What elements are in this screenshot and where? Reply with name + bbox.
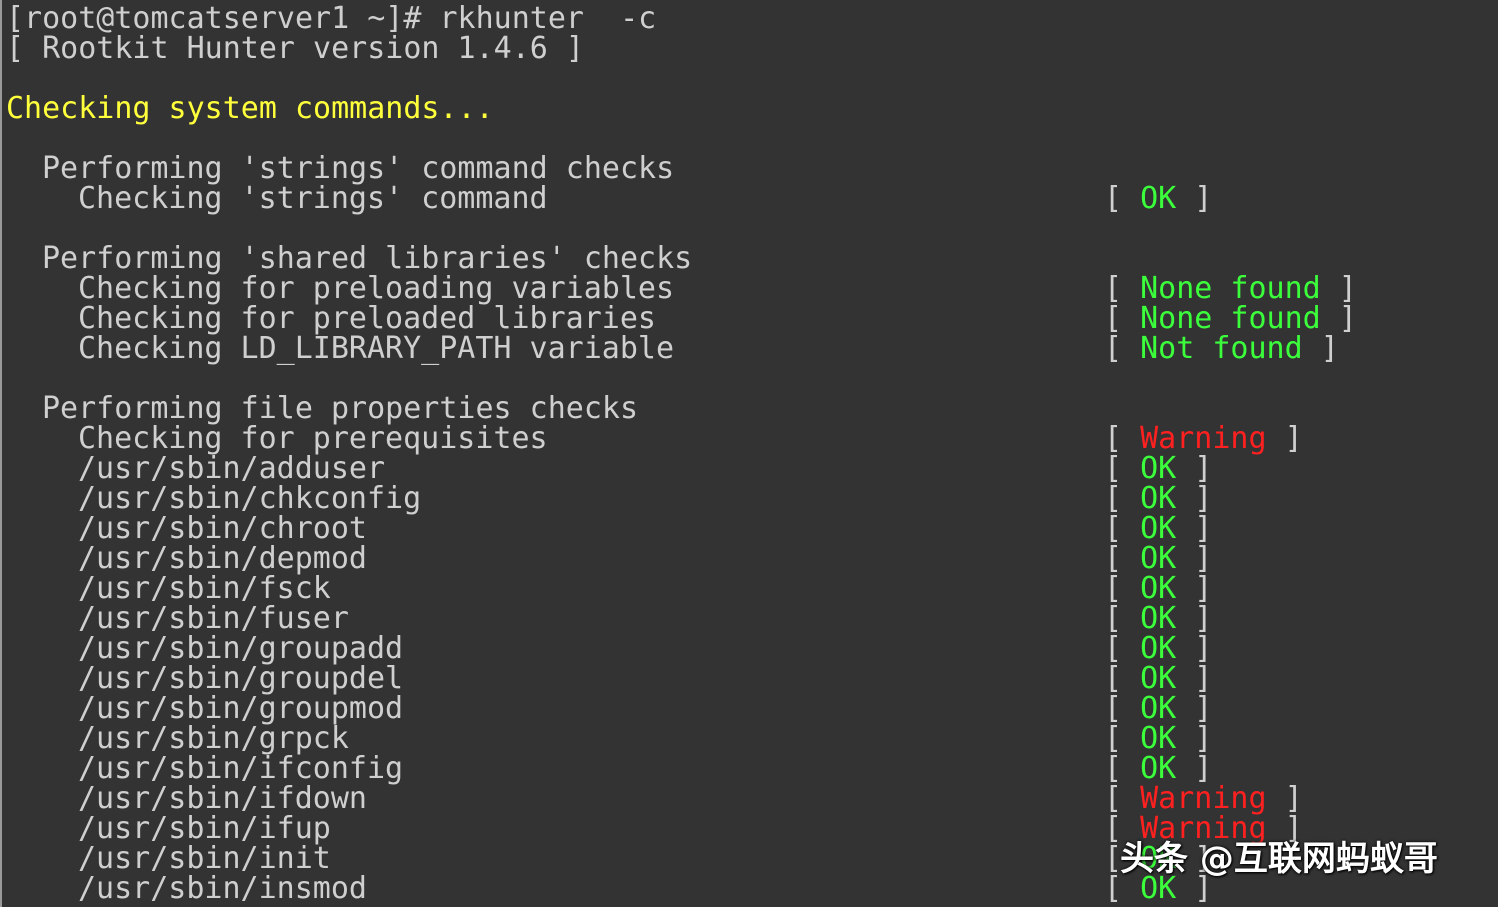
check-status: [ None found ]: [1104, 304, 1357, 334]
check-label: /usr/sbin/chkconfig: [78, 481, 422, 516]
check-label: Checking LD_LIBRARY_PATH variable: [78, 331, 675, 366]
check-status: [ OK ]: [1104, 484, 1212, 514]
check-label: /usr/sbin/init: [78, 841, 331, 876]
check-status: [ OK ]: [1104, 664, 1212, 694]
terminal-window[interactable]: [root@tomcatserver1 ~]# rkhunter -c [ Ro…: [0, 0, 1498, 907]
section-header: Checking system commands...: [6, 91, 494, 126]
status-close-bracket: ]: [1302, 331, 1339, 366]
check-status: [ None found ]: [1104, 274, 1357, 304]
check-label: /usr/sbin/adduser: [78, 451, 386, 486]
check-status: [ Warning ]: [1104, 424, 1303, 454]
check-status: [ OK ]: [1104, 454, 1212, 484]
check-group-title: Performing 'strings' command checks: [42, 151, 675, 186]
check-label: Checking for prerequisites: [78, 421, 548, 456]
check-status: [ OK ]: [1104, 184, 1212, 214]
check-label: /usr/sbin/groupadd: [78, 631, 404, 666]
check-label: /usr/sbin/groupmod: [78, 691, 404, 726]
check-status: [ OK ]: [1104, 574, 1212, 604]
check-status: [ OK ]: [1104, 724, 1212, 754]
check-label: Checking 'strings' command: [78, 181, 548, 216]
status-open-bracket: [: [1104, 331, 1141, 366]
check-status: [ OK ]: [1104, 634, 1212, 664]
status-open-bracket: [: [1104, 181, 1141, 216]
check-label: /usr/sbin/fsck: [78, 571, 331, 606]
check-label: /usr/sbin/depmod: [78, 541, 367, 576]
status-close-bracket: ]: [1176, 181, 1213, 216]
check-status: [ OK ]: [1104, 694, 1212, 724]
version-line: [ Rootkit Hunter version 1.4.6 ]: [6, 31, 584, 66]
check-label: /usr/sbin/grpck: [78, 721, 349, 756]
check-label: /usr/sbin/insmod: [78, 871, 367, 906]
check-label: /usr/sbin/ifconfig: [78, 751, 404, 786]
check-group-title: Performing 'shared libraries' checks: [42, 241, 693, 276]
check-status: [ OK ]: [1104, 514, 1212, 544]
check-group-title: Performing file properties checks: [42, 391, 639, 426]
check-status: [ OK ]: [1104, 544, 1212, 574]
check-label: /usr/sbin/fuser: [78, 601, 349, 636]
status-value: OK: [1140, 181, 1177, 216]
check-label: /usr/sbin/ifup: [78, 811, 331, 846]
check-status: [ Not found ]: [1104, 334, 1339, 364]
status-close-bracket: ]: [1266, 421, 1303, 456]
check-status: [ OK ]: [1104, 754, 1212, 784]
check-label: Checking for preloading variables: [78, 271, 675, 306]
watermark: 头条 @互联网蚂蚁哥: [1120, 839, 1438, 879]
check-label: /usr/sbin/chroot: [78, 511, 367, 546]
check-label: /usr/sbin/groupdel: [78, 661, 404, 696]
check-status: [ OK ]: [1104, 604, 1212, 634]
status-value: Not found: [1140, 331, 1303, 366]
check-label: /usr/sbin/ifdown: [78, 781, 367, 816]
check-label: Checking for preloaded libraries: [78, 301, 656, 336]
command-prompt: [root@tomcatserver1 ~]# rkhunter -c: [6, 1, 657, 36]
check-status: [ Warning ]: [1104, 784, 1303, 814]
